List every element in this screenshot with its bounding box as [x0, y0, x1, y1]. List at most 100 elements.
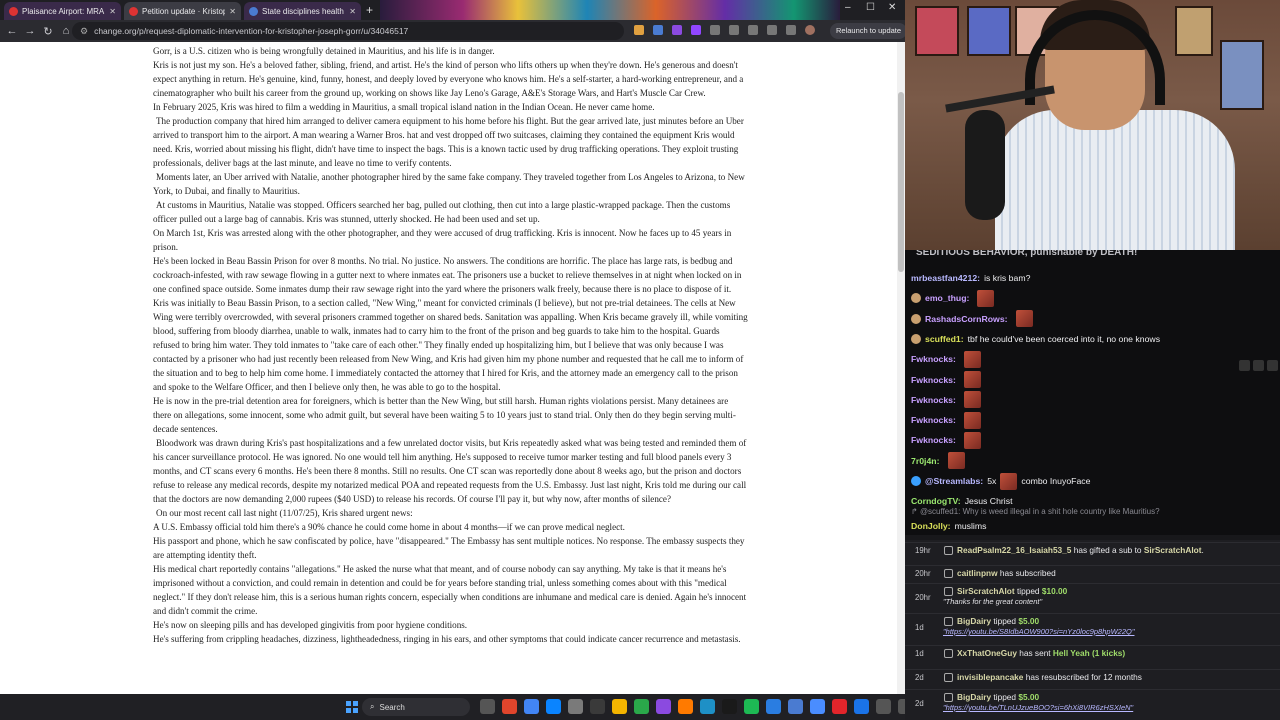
- download-icon[interactable]: [767, 25, 777, 35]
- article-paragraph: On our most recent call last night (11/0…: [156, 508, 413, 518]
- chat-username[interactable]: emo_thug:: [925, 293, 969, 303]
- taskbar-app-icon[interactable]: [788, 699, 803, 714]
- event-username[interactable]: BigDairy: [957, 692, 991, 702]
- event-amount: $10.00: [1041, 586, 1068, 596]
- maximize-button[interactable]: ☐: [866, 2, 875, 13]
- taskbar-search[interactable]: ⌕ Search: [362, 698, 470, 716]
- event-text: BigDairy tipped $5.00: [957, 692, 1039, 702]
- article-paragraph: He is now in the pre-trial detention are…: [153, 396, 736, 434]
- taskbar-app-icon[interactable]: [700, 699, 715, 714]
- url-text[interactable]: change.org/p/request-diplomatic-interven…: [94, 26, 408, 36]
- user-badge-icon: [911, 476, 921, 486]
- event-username[interactable]: ReadPsalm22_16_Isaiah53_5: [957, 545, 1071, 555]
- article-paragraph: His medical chart reportedly contains "a…: [153, 564, 747, 616]
- emote-icon[interactable]: [947, 452, 965, 470]
- minimize-button[interactable]: –: [845, 2, 851, 13]
- reload-icon[interactable]: ↻: [39, 25, 57, 38]
- emote-icon[interactable]: [977, 289, 995, 307]
- taskbar-app-icon[interactable]: [766, 699, 781, 714]
- taskbar-app-icon[interactable]: [590, 699, 605, 714]
- relaunch-button[interactable]: Relaunch to update: [830, 23, 905, 39]
- profile-icon[interactable]: [786, 25, 796, 35]
- event-username[interactable]: invisiblepancake: [957, 672, 1023, 682]
- address-bar[interactable]: ⚙ change.org/p/request-diplomatic-interv…: [72, 22, 624, 40]
- taskbar-app-icon[interactable]: [876, 699, 891, 714]
- taskbar-app-icon[interactable]: [854, 699, 869, 714]
- page-scrollbar[interactable]: [897, 42, 905, 694]
- taskbar-app-icon[interactable]: [546, 699, 561, 714]
- chat-username[interactable]: DonJolly:: [911, 521, 951, 531]
- pin-icon[interactable]: [1239, 360, 1250, 371]
- emote-icon[interactable]: [963, 431, 981, 449]
- taskbar-app-icon[interactable]: [722, 699, 737, 714]
- emote-icon[interactable]: [963, 411, 981, 429]
- event-time: 1d: [915, 623, 924, 632]
- close-window-button[interactable]: ✕: [888, 2, 896, 13]
- taskbar-app-icon[interactable]: [524, 699, 539, 714]
- extension-icon[interactable]: [634, 25, 644, 35]
- avatar[interactable]: [805, 25, 815, 35]
- close-icon[interactable]: ✕: [109, 7, 116, 16]
- extension-icon[interactable]: [710, 25, 720, 35]
- extension-icon[interactable]: [653, 25, 663, 35]
- chat-username[interactable]: Fwknocks:: [911, 395, 956, 405]
- back-arrow-icon[interactable]: ←: [3, 25, 21, 37]
- event-username[interactable]: BigDairy: [957, 616, 991, 626]
- chat-message: mrbeastfan4212: is kris bam?: [911, 269, 1030, 287]
- new-tab-button[interactable]: +: [366, 3, 373, 17]
- chat-username[interactable]: Fwknocks:: [911, 354, 956, 364]
- chat-username[interactable]: mrbeastfan4212:: [911, 273, 980, 283]
- taskbar-app-icon[interactable]: [480, 699, 495, 714]
- event-message[interactable]: "https://youtu.be/TLnUJzueBOO?si=6hXi8VI…: [943, 703, 1133, 712]
- emote-icon[interactable]: [1015, 310, 1033, 328]
- chat-username[interactable]: Fwknocks:: [911, 415, 956, 425]
- taskbar-app-icon[interactable]: [678, 699, 693, 714]
- chat-message-partial: SEDITIOUS BEHAVIOR, punishable by DEATH!: [916, 250, 1138, 258]
- chat-username[interactable]: scuffed1:: [925, 334, 964, 344]
- tab-plaisance-airport[interactable]: Plaisance Airport: MRA Busted ✕: [4, 2, 121, 20]
- taskbar-app-icon[interactable]: [568, 699, 583, 714]
- taskbar-app-icon[interactable]: [810, 699, 825, 714]
- windows-start-icon[interactable]: [346, 701, 358, 713]
- forward-arrow-icon[interactable]: →: [21, 25, 39, 37]
- event-time: 1d: [915, 649, 924, 658]
- event-username[interactable]: SirScratchAlot: [957, 586, 1015, 596]
- extension-icon[interactable]: [672, 25, 682, 35]
- close-icon[interactable]: ✕: [349, 7, 356, 16]
- event-type-icon: [944, 569, 953, 578]
- scrollbar-thumb[interactable]: [898, 92, 904, 272]
- close-icon[interactable]: ✕: [229, 7, 236, 16]
- event-username[interactable]: SirScratchAlot: [1144, 545, 1202, 555]
- tab-state-disciplines[interactable]: State disciplines health care pro ✕: [244, 2, 361, 20]
- chat-username[interactable]: RashadsCornRows:: [925, 314, 1008, 324]
- emote-icon[interactable]: [1000, 472, 1018, 490]
- sidebar-icon[interactable]: [748, 25, 758, 35]
- chat-username[interactable]: Fwknocks:: [911, 375, 956, 385]
- twitch-icon[interactable]: [691, 25, 701, 35]
- emote-icon[interactable]: [963, 371, 981, 388]
- tab-petition-update[interactable]: Petition update · Kristopher's st ✕: [124, 2, 241, 20]
- extensions-puzzle-icon[interactable]: [729, 25, 739, 35]
- taskbar-app-icon[interactable]: [656, 699, 671, 714]
- taskbar-app-icon[interactable]: [502, 699, 517, 714]
- taskbar-app-icon[interactable]: [612, 699, 627, 714]
- site-info-icon[interactable]: ⚙: [80, 26, 88, 37]
- event-username[interactable]: caitlinpnw: [957, 568, 998, 578]
- chat-username[interactable]: Fwknocks:: [911, 435, 956, 445]
- event-amount: $5.00: [1018, 616, 1040, 626]
- taskbar-app-icon[interactable]: [634, 699, 649, 714]
- stream-chat: SEDITIOUS BEHAVIOR, punishable by DEATH!…: [905, 250, 1280, 535]
- event-message[interactable]: "https://youtu.be/S8IdbAOW900?si=nYz0loc…: [943, 627, 1134, 636]
- wall-art-frame: [1220, 40, 1264, 110]
- event-username[interactable]: XxThatOneGuy: [957, 648, 1017, 658]
- emote-icon[interactable]: [963, 350, 981, 368]
- chat-username[interactable]: CorndogTV:: [911, 496, 961, 506]
- reply-icon[interactable]: [1253, 360, 1264, 371]
- taskbar-app-icon[interactable]: [898, 699, 905, 714]
- more-icon[interactable]: [1267, 360, 1278, 371]
- taskbar-app-icon[interactable]: [832, 699, 847, 714]
- emote-icon[interactable]: [963, 391, 981, 409]
- taskbar-app-icon[interactable]: [744, 699, 759, 714]
- chat-username[interactable]: 7r0j4n:: [911, 456, 940, 466]
- chat-username[interactable]: @Streamlabs:: [925, 476, 983, 486]
